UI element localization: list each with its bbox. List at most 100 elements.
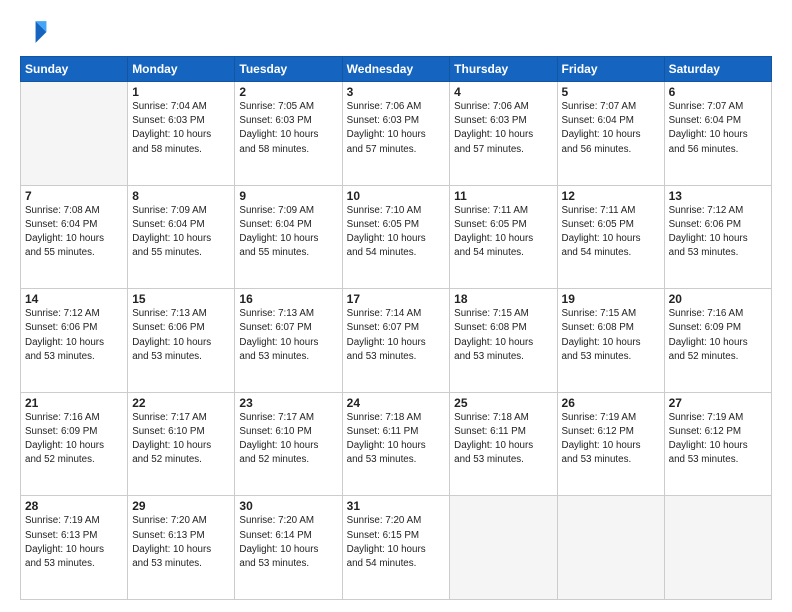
day-info: Sunrise: 7:09 AM Sunset: 6:04 PM Dayligh… <box>132 204 230 261</box>
day-cell: 15Sunrise: 7:13 AM Sunset: 6:06 PM Dayli… <box>128 289 235 393</box>
day-number: 24 <box>347 396 446 410</box>
day-number: 14 <box>25 292 123 306</box>
day-number: 3 <box>347 85 446 99</box>
day-info: Sunrise: 7:07 AM Sunset: 6:04 PM Dayligh… <box>562 100 660 157</box>
day-number: 6 <box>669 85 767 99</box>
day-cell: 16Sunrise: 7:13 AM Sunset: 6:07 PM Dayli… <box>235 289 342 393</box>
day-info: Sunrise: 7:19 AM Sunset: 6:12 PM Dayligh… <box>562 411 660 468</box>
day-cell: 11Sunrise: 7:11 AM Sunset: 6:05 PM Dayli… <box>450 185 557 289</box>
day-info: Sunrise: 7:18 AM Sunset: 6:11 PM Dayligh… <box>347 411 446 468</box>
weekday-header-tuesday: Tuesday <box>235 57 342 82</box>
day-number: 4 <box>454 85 552 99</box>
day-cell: 1Sunrise: 7:04 AM Sunset: 6:03 PM Daylig… <box>128 82 235 186</box>
day-cell: 5Sunrise: 7:07 AM Sunset: 6:04 PM Daylig… <box>557 82 664 186</box>
day-cell <box>664 496 771 600</box>
day-number: 27 <box>669 396 767 410</box>
day-info: Sunrise: 7:13 AM Sunset: 6:06 PM Dayligh… <box>132 307 230 364</box>
day-info: Sunrise: 7:14 AM Sunset: 6:07 PM Dayligh… <box>347 307 446 364</box>
weekday-header-friday: Friday <box>557 57 664 82</box>
week-row-2: 7Sunrise: 7:08 AM Sunset: 6:04 PM Daylig… <box>21 185 772 289</box>
day-cell: 14Sunrise: 7:12 AM Sunset: 6:06 PM Dayli… <box>21 289 128 393</box>
day-number: 1 <box>132 85 230 99</box>
day-cell: 29Sunrise: 7:20 AM Sunset: 6:13 PM Dayli… <box>128 496 235 600</box>
day-number: 17 <box>347 292 446 306</box>
week-row-4: 21Sunrise: 7:16 AM Sunset: 6:09 PM Dayli… <box>21 392 772 496</box>
day-info: Sunrise: 7:10 AM Sunset: 6:05 PM Dayligh… <box>347 204 446 261</box>
day-number: 30 <box>239 499 337 513</box>
day-cell: 25Sunrise: 7:18 AM Sunset: 6:11 PM Dayli… <box>450 392 557 496</box>
day-number: 16 <box>239 292 337 306</box>
day-info: Sunrise: 7:20 AM Sunset: 6:13 PM Dayligh… <box>132 514 230 571</box>
day-info: Sunrise: 7:13 AM Sunset: 6:07 PM Dayligh… <box>239 307 337 364</box>
day-cell: 18Sunrise: 7:15 AM Sunset: 6:08 PM Dayli… <box>450 289 557 393</box>
weekday-header-saturday: Saturday <box>664 57 771 82</box>
day-info: Sunrise: 7:12 AM Sunset: 6:06 PM Dayligh… <box>25 307 123 364</box>
day-info: Sunrise: 7:16 AM Sunset: 6:09 PM Dayligh… <box>25 411 123 468</box>
day-cell: 17Sunrise: 7:14 AM Sunset: 6:07 PM Dayli… <box>342 289 450 393</box>
day-cell: 12Sunrise: 7:11 AM Sunset: 6:05 PM Dayli… <box>557 185 664 289</box>
day-info: Sunrise: 7:19 AM Sunset: 6:12 PM Dayligh… <box>669 411 767 468</box>
day-number: 22 <box>132 396 230 410</box>
day-cell <box>21 82 128 186</box>
day-info: Sunrise: 7:09 AM Sunset: 6:04 PM Dayligh… <box>239 204 337 261</box>
day-cell <box>557 496 664 600</box>
day-cell: 4Sunrise: 7:06 AM Sunset: 6:03 PM Daylig… <box>450 82 557 186</box>
day-info: Sunrise: 7:07 AM Sunset: 6:04 PM Dayligh… <box>669 100 767 157</box>
day-number: 9 <box>239 189 337 203</box>
day-cell: 23Sunrise: 7:17 AM Sunset: 6:10 PM Dayli… <box>235 392 342 496</box>
day-info: Sunrise: 7:15 AM Sunset: 6:08 PM Dayligh… <box>454 307 552 364</box>
day-cell: 10Sunrise: 7:10 AM Sunset: 6:05 PM Dayli… <box>342 185 450 289</box>
day-info: Sunrise: 7:15 AM Sunset: 6:08 PM Dayligh… <box>562 307 660 364</box>
calendar-table: SundayMondayTuesdayWednesdayThursdayFrid… <box>20 56 772 600</box>
day-number: 15 <box>132 292 230 306</box>
day-number: 13 <box>669 189 767 203</box>
page: SundayMondayTuesdayWednesdayThursdayFrid… <box>0 0 792 612</box>
day-info: Sunrise: 7:04 AM Sunset: 6:03 PM Dayligh… <box>132 100 230 157</box>
day-number: 19 <box>562 292 660 306</box>
day-cell: 30Sunrise: 7:20 AM Sunset: 6:14 PM Dayli… <box>235 496 342 600</box>
day-number: 23 <box>239 396 337 410</box>
day-cell: 27Sunrise: 7:19 AM Sunset: 6:12 PM Dayli… <box>664 392 771 496</box>
logo-icon <box>20 18 48 46</box>
day-cell: 31Sunrise: 7:20 AM Sunset: 6:15 PM Dayli… <box>342 496 450 600</box>
day-number: 8 <box>132 189 230 203</box>
day-number: 5 <box>562 85 660 99</box>
day-cell: 2Sunrise: 7:05 AM Sunset: 6:03 PM Daylig… <box>235 82 342 186</box>
day-info: Sunrise: 7:08 AM Sunset: 6:04 PM Dayligh… <box>25 204 123 261</box>
day-info: Sunrise: 7:17 AM Sunset: 6:10 PM Dayligh… <box>239 411 337 468</box>
day-number: 20 <box>669 292 767 306</box>
header <box>20 18 772 46</box>
weekday-header-row: SundayMondayTuesdayWednesdayThursdayFrid… <box>21 57 772 82</box>
day-number: 25 <box>454 396 552 410</box>
weekday-header-thursday: Thursday <box>450 57 557 82</box>
day-info: Sunrise: 7:16 AM Sunset: 6:09 PM Dayligh… <box>669 307 767 364</box>
day-number: 28 <box>25 499 123 513</box>
week-row-1: 1Sunrise: 7:04 AM Sunset: 6:03 PM Daylig… <box>21 82 772 186</box>
day-info: Sunrise: 7:19 AM Sunset: 6:13 PM Dayligh… <box>25 514 123 571</box>
day-info: Sunrise: 7:06 AM Sunset: 6:03 PM Dayligh… <box>454 100 552 157</box>
day-cell: 6Sunrise: 7:07 AM Sunset: 6:04 PM Daylig… <box>664 82 771 186</box>
day-cell: 7Sunrise: 7:08 AM Sunset: 6:04 PM Daylig… <box>21 185 128 289</box>
weekday-header-sunday: Sunday <box>21 57 128 82</box>
day-cell: 20Sunrise: 7:16 AM Sunset: 6:09 PM Dayli… <box>664 289 771 393</box>
day-cell: 21Sunrise: 7:16 AM Sunset: 6:09 PM Dayli… <box>21 392 128 496</box>
day-cell: 9Sunrise: 7:09 AM Sunset: 6:04 PM Daylig… <box>235 185 342 289</box>
weekday-header-monday: Monday <box>128 57 235 82</box>
day-info: Sunrise: 7:20 AM Sunset: 6:14 PM Dayligh… <box>239 514 337 571</box>
day-number: 11 <box>454 189 552 203</box>
day-cell: 13Sunrise: 7:12 AM Sunset: 6:06 PM Dayli… <box>664 185 771 289</box>
day-number: 7 <box>25 189 123 203</box>
weekday-header-wednesday: Wednesday <box>342 57 450 82</box>
day-number: 12 <box>562 189 660 203</box>
day-cell: 28Sunrise: 7:19 AM Sunset: 6:13 PM Dayli… <box>21 496 128 600</box>
day-cell: 19Sunrise: 7:15 AM Sunset: 6:08 PM Dayli… <box>557 289 664 393</box>
day-number: 18 <box>454 292 552 306</box>
day-number: 31 <box>347 499 446 513</box>
day-info: Sunrise: 7:20 AM Sunset: 6:15 PM Dayligh… <box>347 514 446 571</box>
day-info: Sunrise: 7:11 AM Sunset: 6:05 PM Dayligh… <box>562 204 660 261</box>
day-info: Sunrise: 7:12 AM Sunset: 6:06 PM Dayligh… <box>669 204 767 261</box>
day-number: 21 <box>25 396 123 410</box>
day-cell: 24Sunrise: 7:18 AM Sunset: 6:11 PM Dayli… <box>342 392 450 496</box>
day-info: Sunrise: 7:11 AM Sunset: 6:05 PM Dayligh… <box>454 204 552 261</box>
day-info: Sunrise: 7:06 AM Sunset: 6:03 PM Dayligh… <box>347 100 446 157</box>
